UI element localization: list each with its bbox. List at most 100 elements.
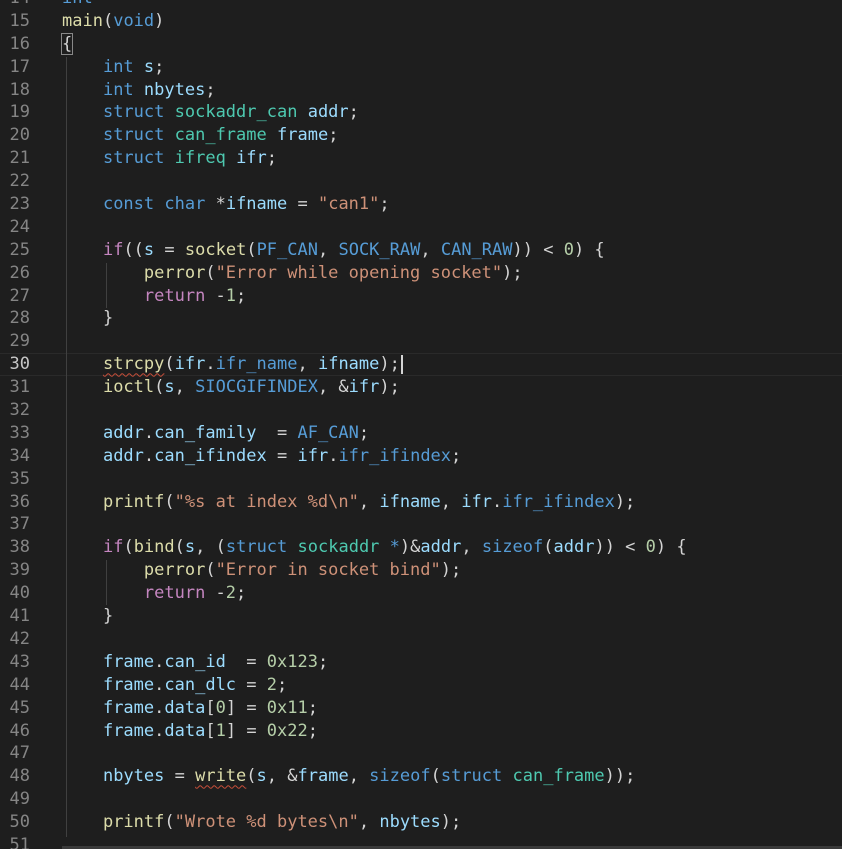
- code-line[interactable]: 27 return -1;: [0, 285, 842, 308]
- code-line[interactable]: 43 frame.can_id = 0x123;: [0, 651, 842, 674]
- line-number: 50: [9, 812, 30, 833]
- matched-brace: {: [60, 32, 74, 55]
- code-line[interactable]: 36 printf("%s at index %d\n", ifname, if…: [0, 491, 842, 514]
- variable-token: ifname: [317, 354, 380, 375]
- code-line[interactable]: 42: [0, 628, 842, 651]
- control-keyword-token: return: [143, 285, 206, 306]
- code-line[interactable]: 40 return -2;: [0, 582, 842, 605]
- punctuation-token: ((: [123, 239, 144, 260]
- code-line[interactable]: 37: [0, 513, 842, 536]
- line-number: 28: [9, 308, 30, 329]
- number-token: 0: [215, 697, 226, 718]
- line-code: frame.can_dlc = 2;: [62, 674, 287, 697]
- line-number: 38: [9, 537, 30, 558]
- punctuation-token: (: [543, 537, 554, 558]
- code-line[interactable]: 39 perror("Error in socket bind");: [0, 559, 842, 582]
- line-number: 14: [0, 0, 30, 10]
- line-code: frame.data[1] = 0x22;: [62, 720, 318, 743]
- code-line[interactable]: 35: [0, 468, 842, 491]
- punctuation-token: [134, 57, 144, 77]
- keyword-token: void: [113, 10, 155, 31]
- code-line[interactable]: 15 main(void): [0, 10, 842, 33]
- punctuation-token: [502, 766, 512, 786]
- punctuation-token: ;: [277, 674, 288, 695]
- code-line[interactable]: 47: [0, 742, 842, 765]
- code-line[interactable]: 34 addr.can_ifindex = ifr.ifr_ifindex;: [0, 445, 842, 468]
- code-line[interactable]: 29: [0, 330, 842, 353]
- code-line[interactable]: 19 struct sockaddr_can addr;: [0, 101, 842, 124]
- punctuation-token: -: [205, 285, 226, 306]
- punctuation-token: [62, 80, 103, 100]
- code-line[interactable]: 30 strcpy(ifr.ifr_name, ifname);: [0, 353, 842, 376]
- code-line[interactable]: 31 ioctl(s, SIOCGIFINDEX, &ifr);: [0, 376, 842, 399]
- line-code: perror("Error in socket bind");: [62, 559, 461, 582]
- punctuation-token: ;: [358, 422, 370, 443]
- code-line[interactable]: 20 struct can_frame frame;: [0, 124, 842, 147]
- code-line[interactable]: 50 printf("Wrote %d bytes\n", nbytes);: [0, 811, 842, 834]
- line-number: 36: [9, 491, 30, 512]
- punctuation-token: ,: [461, 537, 482, 558]
- indent-guide-if-block-2: [106, 560, 107, 605]
- punctuation-token: , (: [195, 537, 226, 558]
- code-line[interactable]: 17 int s;: [0, 56, 842, 79]
- punctuation-token: [62, 57, 103, 77]
- punctuation-token: [62, 194, 103, 214]
- code-line[interactable]: 23 const char *ifname = "can1";: [0, 193, 842, 216]
- line-code: }: [62, 605, 113, 628]
- punctuation-token: );: [440, 812, 462, 833]
- punctuation-token: [62, 698, 103, 718]
- code-lines[interactable]: 14int15main(void)16{17 int s;18 int nbyt…: [0, 0, 842, 849]
- code-editor[interactable]: 14int15main(void)16{17 int s;18 int nbyt…: [0, 0, 842, 849]
- number-token: 2: [225, 583, 237, 604]
- code-line[interactable]: 26 perror("Error while opening socket");: [0, 262, 842, 285]
- punctuation-token: (: [164, 354, 175, 375]
- code-line[interactable]: 48 nbytes = write(s, &frame, sizeof(stru…: [0, 765, 842, 788]
- code-line[interactable]: 22: [0, 170, 842, 193]
- variable-token: addr: [553, 537, 595, 558]
- punctuation-token: =: [287, 194, 318, 215]
- punctuation-token: .: [328, 445, 339, 466]
- variable-token: ifr: [236, 148, 267, 169]
- code-line[interactable]: 38 if(bind(s, (struct sockaddr *)&addr, …: [0, 536, 842, 559]
- line-number: 43: [9, 651, 30, 672]
- number-token: 0x22: [266, 720, 308, 741]
- code-line[interactable]: 28 }: [0, 307, 842, 330]
- punctuation-token: ) {: [573, 239, 605, 260]
- string-token: "can1": [317, 194, 380, 215]
- punctuation-token: .: [154, 697, 165, 718]
- punctuation-token: );: [614, 491, 636, 512]
- punctuation-token: (: [154, 377, 165, 398]
- punctuation-token: ;: [307, 720, 318, 741]
- code-line[interactable]: 25 if((s = socket(PF_CAN, SOCK_RAW, CAN_…: [0, 239, 842, 262]
- code-line[interactable]: 33 addr.can_family = AF_CAN;: [0, 422, 842, 445]
- function-token: perror: [143, 262, 206, 283]
- code-line[interactable]: 14 int: [0, 0, 842, 10]
- punctuation-token: .: [491, 491, 503, 512]
- code-line[interactable]: 32: [0, 399, 842, 422]
- line-number: 24: [9, 216, 30, 237]
- macro-token: PF_CAN: [256, 239, 318, 260]
- keyword-token: int: [102, 79, 134, 100]
- string-token: "Error in socket bind": [215, 560, 441, 581]
- code-line[interactable]: 18 int nbytes;: [0, 79, 842, 102]
- line-number: 22: [9, 171, 30, 192]
- code-line[interactable]: 46 frame.data[1] = 0x22;: [0, 720, 842, 743]
- variable-token: addr: [102, 445, 144, 466]
- variable-token: frame: [102, 720, 155, 741]
- code-line[interactable]: 16 {: [0, 32, 842, 56]
- function-token: perror: [143, 560, 206, 581]
- code-line[interactable]: 45 frame.data[0] = 0x11;: [0, 697, 842, 720]
- punctuation-token: ;: [307, 697, 318, 718]
- string-token: "Wrote %d bytes\n": [174, 812, 359, 833]
- punctuation-token: [164, 102, 174, 122]
- code-line[interactable]: 21 struct ifreq ifr;: [0, 147, 842, 170]
- keyword-token: sizeof: [369, 766, 431, 787]
- code-line[interactable]: 41 }: [0, 605, 842, 628]
- type-token: sockaddr: [297, 537, 380, 558]
- code-line[interactable]: 24: [0, 216, 842, 239]
- line-code: const char *ifname = "can1";: [62, 193, 390, 216]
- code-line[interactable]: 44 frame.can_dlc = 2;: [0, 674, 842, 697]
- punctuation-token: [62, 652, 103, 672]
- code-line[interactable]: 49: [0, 788, 842, 811]
- punctuation-token: ;: [317, 651, 329, 672]
